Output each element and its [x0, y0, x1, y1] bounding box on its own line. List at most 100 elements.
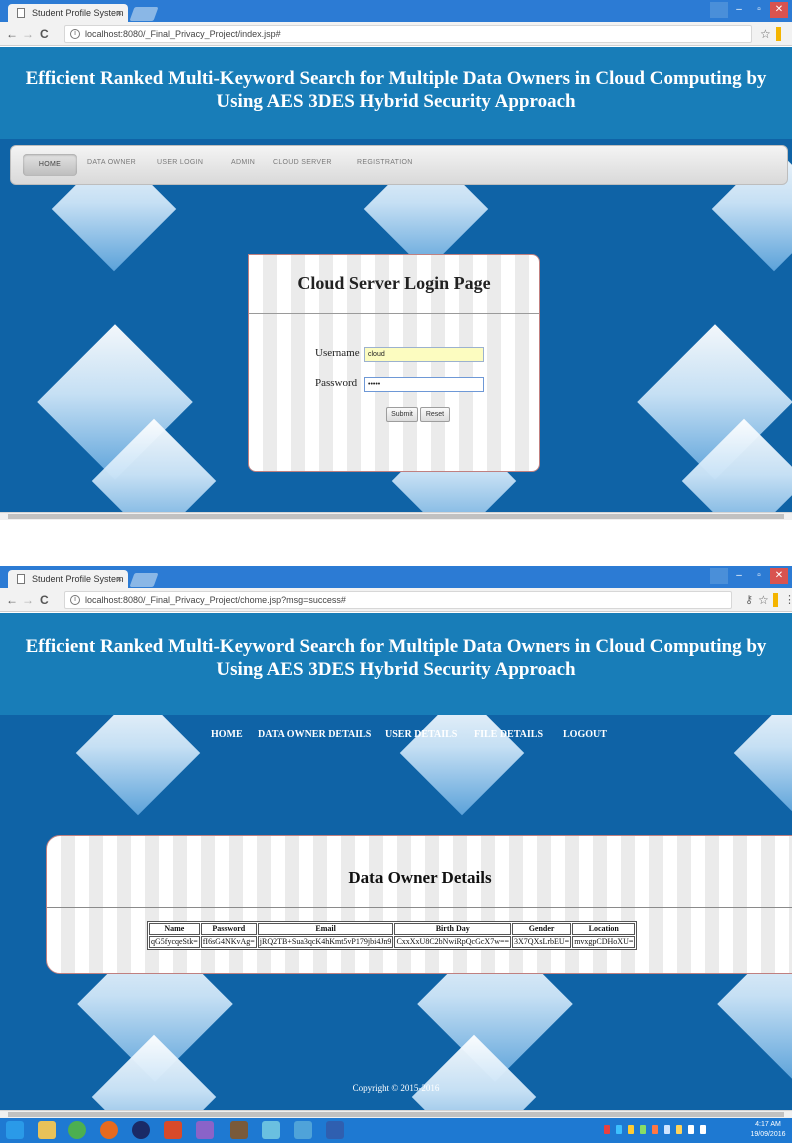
clock-time: 4:17 AM [755, 1121, 781, 1128]
login-panel: Cloud Server Login Page Username cloud P… [248, 254, 540, 472]
table-cell: qG5fycqeStk= [149, 936, 200, 948]
page-icon [17, 8, 25, 18]
forward-icon[interactable]: → [22, 592, 34, 608]
bookmark-star-icon[interactable]: ☆ [760, 26, 771, 42]
close-window-icon[interactable]: ✕ [770, 2, 788, 18]
table-cell: fI6sG4NKvAg= [200, 936, 257, 948]
page-viewport: Efficient Ranked Multi-Keyword Search fo… [0, 47, 792, 520]
menu-item-data-owner[interactable]: DATA OWNER [87, 159, 136, 166]
tray-icon[interactable] [616, 1125, 622, 1134]
window-controls: – ▫ ✕ [710, 568, 788, 586]
visual-studio-icon[interactable] [196, 1121, 214, 1139]
horizontal-scrollbar[interactable] [0, 1110, 792, 1118]
tab-title: Student Profile System [32, 8, 124, 18]
address-url: localhost:8080/_Final_Privacy_Project/in… [85, 29, 281, 39]
word-icon[interactable] [326, 1121, 344, 1139]
tray-icon[interactable] [676, 1125, 682, 1134]
scrollbar-thumb[interactable] [8, 514, 784, 519]
volume-icon[interactable] [700, 1125, 706, 1134]
username-field[interactable]: cloud [364, 347, 484, 362]
menu-item-registration[interactable]: REGISTRATION [357, 159, 413, 166]
menu-item-file-details[interactable]: FILE DETAILS [474, 729, 543, 740]
eclipse-icon[interactable] [132, 1121, 150, 1139]
menu-item-user-details[interactable]: USER DETAILS [385, 729, 457, 740]
page-viewport: Efficient Ranked Multi-Keyword Search fo… [0, 613, 792, 1118]
forward-icon[interactable]: → [22, 26, 34, 42]
tab-close-icon[interactable]: × [117, 4, 122, 22]
login-heading: Cloud Server Login Page [297, 273, 491, 293]
menu-item-home[interactable]: HOME [211, 729, 243, 740]
profile-icon[interactable] [710, 2, 728, 18]
minimize-icon[interactable]: – [730, 2, 748, 18]
browser-tabstrip: Student Profile System × – ▫ ✕ [0, 0, 792, 22]
copyright-footer: Copyright © 2015-2016 [352, 1083, 440, 1093]
column-header: Password [200, 923, 257, 935]
scrollbar-thumb[interactable] [8, 1112, 784, 1117]
info-icon[interactable]: i [70, 29, 80, 39]
menu-item-user-login[interactable]: USER LOGIN [157, 159, 203, 166]
column-header: Email [257, 923, 394, 935]
reset-button[interactable]: Reset [420, 407, 450, 422]
minimize-icon[interactable]: – [730, 568, 748, 584]
book-icon[interactable] [294, 1121, 312, 1139]
reload-icon[interactable]: C [40, 592, 49, 608]
tray-icon[interactable] [628, 1125, 634, 1134]
column-header: Name [149, 923, 200, 935]
data-owner-table: Name Password Email Birth Day Gender Loc… [147, 921, 638, 950]
tray-icon[interactable] [652, 1125, 658, 1134]
reload-icon[interactable]: C [40, 26, 49, 42]
horizontal-scrollbar[interactable] [0, 512, 792, 520]
data-owner-panel: Data Owner Details Name Password Email B… [46, 835, 792, 974]
maximize-icon[interactable]: ▫ [750, 2, 768, 18]
browser-tab[interactable]: Student Profile System × [8, 4, 128, 22]
info-icon[interactable]: i [70, 595, 80, 605]
browser-toolbar: ← → C i localhost:8080/_Final_Privacy_Pr… [0, 22, 792, 46]
internet-explorer-icon[interactable] [6, 1121, 24, 1139]
menu-item-admin[interactable]: ADMIN [231, 159, 255, 166]
extension-icon[interactable] [776, 27, 781, 41]
menu-item-cloud-server[interactable]: CLOUD SERVER [273, 159, 332, 166]
paint-icon[interactable] [262, 1121, 280, 1139]
site-header: Efficient Ranked Multi-Keyword Search fo… [0, 613, 792, 715]
new-tab-button[interactable] [129, 573, 159, 587]
tab-close-icon[interactable]: × [117, 570, 122, 588]
extension-icon[interactable] [773, 593, 778, 607]
menu-dots-icon[interactable]: ⋮ [784, 592, 792, 608]
back-icon[interactable]: ← [6, 592, 18, 608]
new-tab-button[interactable] [129, 7, 159, 21]
column-header: Location [572, 923, 636, 935]
maximize-icon[interactable]: ▫ [750, 568, 768, 584]
browser-tab[interactable]: Student Profile System × [8, 570, 128, 588]
username-label: Username [315, 347, 360, 359]
tray-icon[interactable] [604, 1125, 610, 1134]
table-cell: jRQ2TB+Sua3qcK4hKmt5vP179jbi4Jn9 [257, 936, 394, 948]
system-clock[interactable]: 4:17 AM 19/09/2016 [748, 1120, 788, 1140]
tab-title: Student Profile System [32, 574, 124, 584]
key-icon[interactable]: ⚷ [745, 592, 753, 608]
table-cell: CxxXxU8C2bNwiRpQcGcX7w== [394, 936, 512, 948]
address-bar[interactable]: i localhost:8080/_Final_Privacy_Project/… [64, 591, 732, 609]
table-header-row: Name Password Email Birth Day Gender Loc… [149, 923, 636, 935]
tray-icon[interactable] [664, 1125, 670, 1134]
menu-item-home[interactable]: HOME [23, 154, 77, 176]
powerpoint-icon[interactable] [164, 1121, 182, 1139]
close-window-icon[interactable]: ✕ [770, 568, 788, 584]
submit-button[interactable]: Submit [386, 407, 418, 422]
network-icon[interactable] [688, 1125, 694, 1134]
bookmark-star-icon[interactable]: ☆ [758, 592, 769, 608]
file-explorer-icon[interactable] [38, 1121, 56, 1139]
divider [249, 313, 539, 314]
tray-icon[interactable] [640, 1125, 646, 1134]
password-field[interactable]: ••••• [364, 377, 484, 392]
menu-item-data-owner-details[interactable]: DATA OWNER DETAILS [258, 729, 371, 740]
profile-icon[interactable] [710, 568, 728, 584]
clock-date: 19/09/2016 [750, 1131, 786, 1138]
back-icon[interactable]: ← [6, 26, 18, 42]
menu-item-logout[interactable]: LOGOUT [563, 729, 607, 740]
main-menu: HOME DATA OWNER USER LOGIN ADMIN CLOUD S… [10, 145, 788, 185]
divider [47, 907, 792, 908]
address-bar[interactable]: i localhost:8080/_Final_Privacy_Project/… [64, 25, 752, 43]
app-icon[interactable] [230, 1121, 248, 1139]
chrome-icon[interactable] [68, 1121, 86, 1139]
firefox-icon[interactable] [100, 1121, 118, 1139]
